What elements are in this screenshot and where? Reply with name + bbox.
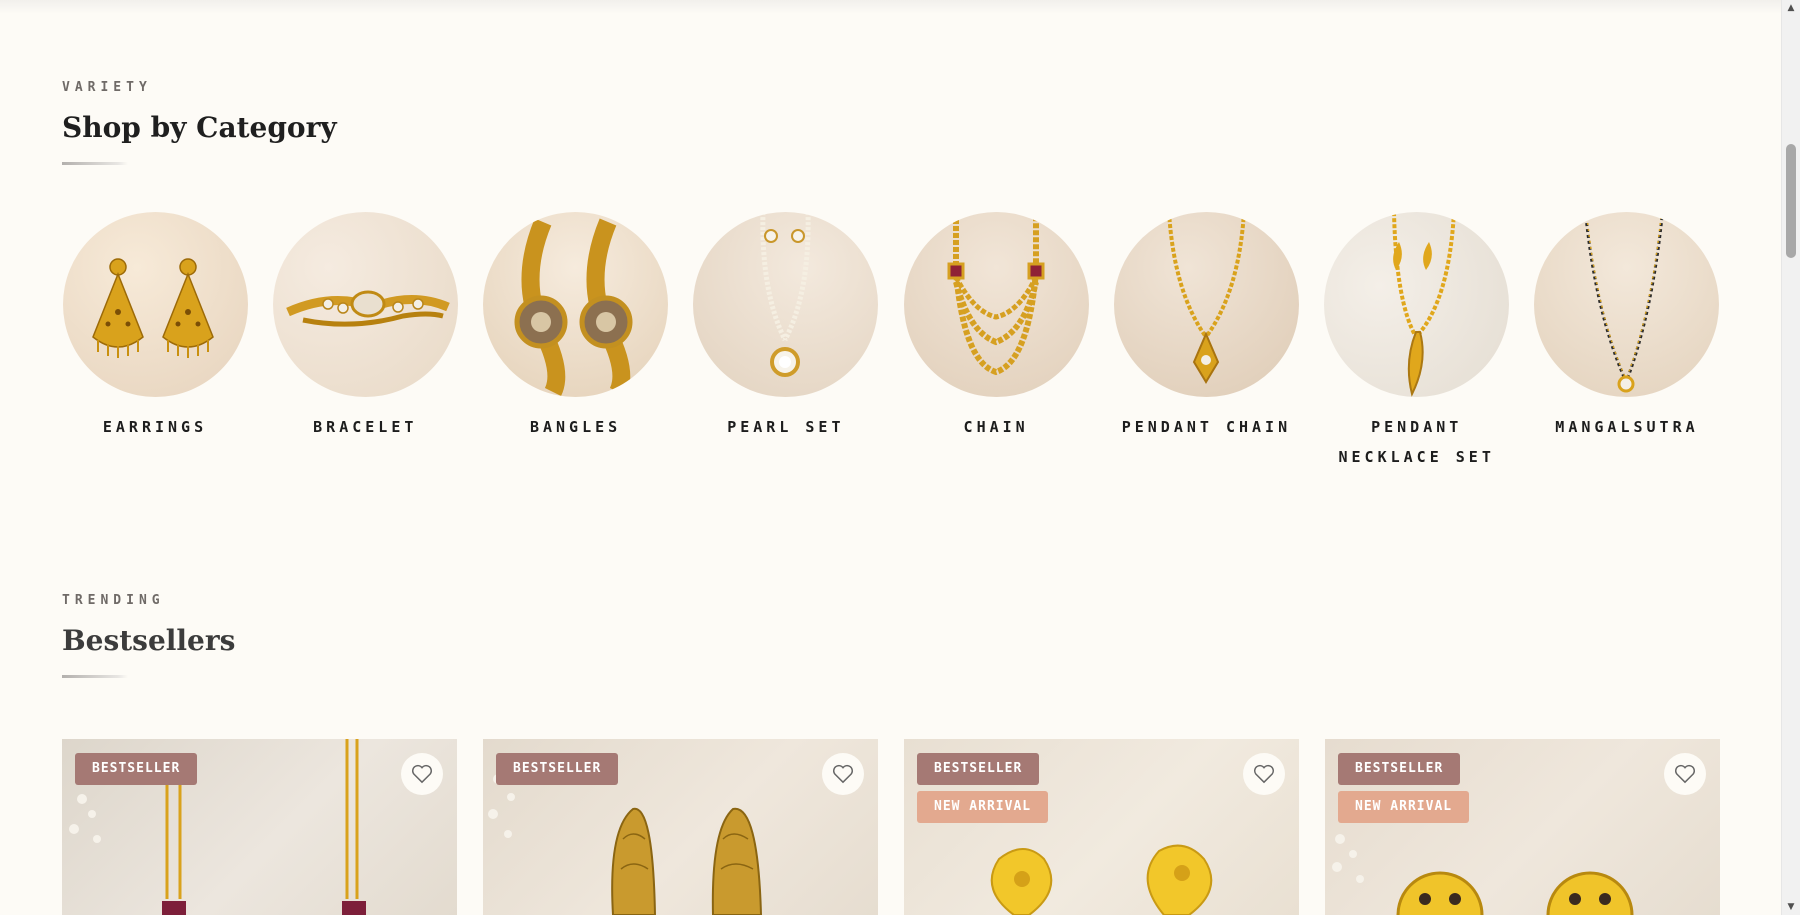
- pendant-necklace-set-image[interactable]: [1324, 212, 1510, 397]
- bestseller-title-underline: [62, 675, 128, 678]
- bestseller-badge: BESTSELLER: [496, 753, 619, 785]
- bracelet-image[interactable]: [272, 212, 458, 397]
- bestseller-product-list: BESTSELLER BESTSELLER BESTSELLER NEW ARR…: [62, 739, 1720, 915]
- bestseller-eyebrow: TRENDING: [62, 593, 165, 608]
- pearl-set-image[interactable]: [693, 212, 879, 397]
- category-section-header: VARIETY Shop by Category: [62, 80, 1719, 165]
- scrollbar-thumb[interactable]: [1786, 144, 1796, 258]
- category-earrings[interactable]: EARRINGS: [62, 212, 248, 472]
- category-bracelet[interactable]: BRACELET: [272, 212, 458, 472]
- mangalsutra-image[interactable]: [1534, 212, 1720, 397]
- page-scrollbar[interactable]: ▲ ▼: [1781, 0, 1800, 915]
- category-label[interactable]: BANGLES: [483, 412, 669, 442]
- wishlist-button[interactable]: [1664, 753, 1706, 795]
- header-shadow: [0, 0, 1782, 14]
- pendant-chain-image[interactable]: [1113, 212, 1299, 397]
- category-pendant-necklace-set[interactable]: PENDANT NECKLACE SET: [1324, 212, 1510, 472]
- category-label[interactable]: CHAIN: [903, 412, 1089, 442]
- category-bangles[interactable]: BANGLES: [483, 212, 669, 472]
- new-arrival-badge: NEW ARRIVAL: [1338, 791, 1470, 823]
- new-arrival-badge: NEW ARRIVAL: [917, 791, 1049, 823]
- bestseller-badge: BESTSELLER: [917, 753, 1040, 785]
- category-title-underline: [62, 162, 128, 165]
- bestseller-section-header: TRENDING Bestsellers: [62, 593, 1719, 678]
- heart-icon: [412, 764, 432, 784]
- bestseller-badge: BESTSELLER: [1338, 753, 1461, 785]
- heart-icon: [833, 764, 853, 784]
- wishlist-button[interactable]: [822, 753, 864, 795]
- scroll-up-arrow-icon[interactable]: ▲: [1782, 0, 1800, 16]
- bangles-image[interactable]: [483, 212, 669, 397]
- category-label[interactable]: PEARL SET: [693, 412, 879, 442]
- category-pearl-set[interactable]: PEARL SET: [693, 212, 879, 472]
- category-title: Shop by Category: [62, 111, 337, 144]
- product-card[interactable]: BESTSELLER NEW ARRIVAL: [904, 739, 1299, 915]
- earrings-image[interactable]: [62, 212, 248, 397]
- wishlist-button[interactable]: [1243, 753, 1285, 795]
- product-card[interactable]: BESTSELLER: [483, 739, 878, 915]
- heart-icon: [1675, 764, 1695, 784]
- chain-image[interactable]: [903, 212, 1089, 397]
- product-card[interactable]: BESTSELLER: [62, 739, 457, 915]
- product-card[interactable]: BESTSELLER NEW ARRIVAL: [1325, 739, 1720, 915]
- scroll-down-arrow-icon[interactable]: ▼: [1782, 899, 1800, 915]
- bestseller-title: Bestsellers: [62, 624, 236, 657]
- category-pendant-chain[interactable]: PENDANT CHAIN: [1113, 212, 1299, 472]
- category-label[interactable]: MANGALSUTRA: [1534, 412, 1720, 442]
- wishlist-button[interactable]: [401, 753, 443, 795]
- heart-icon: [1254, 764, 1274, 784]
- category-chain[interactable]: CHAIN: [903, 212, 1089, 472]
- category-mangalsutra[interactable]: MANGALSUTRA: [1534, 212, 1720, 472]
- category-label[interactable]: BRACELET: [272, 412, 458, 442]
- category-label[interactable]: PENDANT NECKLACE SET: [1324, 412, 1510, 472]
- category-eyebrow: VARIETY: [62, 80, 152, 95]
- category-list: EARRINGS BRACELET BANGLES PEARL SET CHAI…: [62, 212, 1720, 472]
- category-label[interactable]: EARRINGS: [62, 412, 248, 442]
- category-label[interactable]: PENDANT CHAIN: [1113, 412, 1299, 442]
- bestseller-badge: BESTSELLER: [75, 753, 198, 785]
